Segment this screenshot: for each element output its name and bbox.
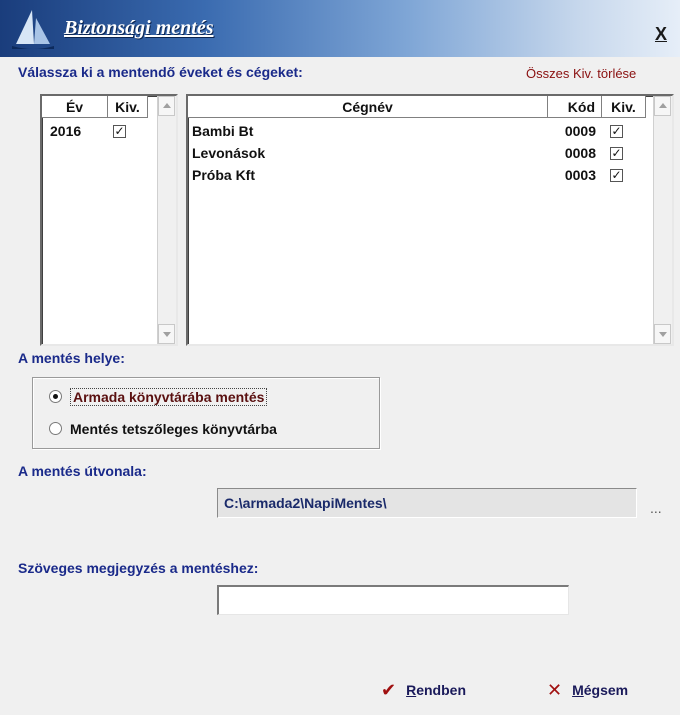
company-select-checkbox[interactable]: ✓	[610, 147, 623, 160]
cancel-hotkey: M	[572, 682, 584, 698]
ok-hotkey: R	[406, 682, 417, 698]
arrow-down-icon	[163, 332, 171, 337]
select-years-companies-label: Válassza ki a mentendő éveket és cégeket…	[18, 64, 303, 80]
radio-label: Mentés tetszőleges könyvtárba	[70, 421, 277, 437]
clear-selection-link[interactable]: Összes Kiv. törlése	[526, 66, 636, 81]
company-select-checkbox[interactable]: ✓	[610, 169, 623, 182]
companies-col-header-name[interactable]: Cégnév	[188, 96, 548, 118]
title-bar[interactable]: Biztonsági mentés X	[0, 0, 680, 57]
companies-scrollbar[interactable]	[653, 96, 672, 344]
company-code-cell[interactable]: 0008	[548, 142, 596, 164]
company-name-cell[interactable]: Levonások	[192, 142, 265, 164]
cancel-button[interactable]: ✕ Mégsem	[547, 678, 628, 702]
close-button[interactable]: X	[650, 22, 672, 46]
radio-label: Armada könyvtárába mentés	[70, 388, 268, 406]
path-label: A mentés útvonala:	[18, 463, 147, 479]
ok-button[interactable]: ✔ Rendben	[381, 678, 466, 702]
path-field[interactable]: C:\armada2\NapiMentes\	[217, 488, 637, 518]
location-label: A mentés helye:	[18, 350, 125, 366]
companies-scroll-down-button[interactable]	[654, 324, 671, 344]
years-col-header-year[interactable]: Év	[42, 96, 108, 118]
radio-unchecked-icon[interactable]	[49, 421, 62, 435]
note-input[interactable]	[217, 585, 569, 615]
cancel-label: égsem	[583, 682, 629, 698]
companies-col-header-code[interactable]: Kód	[548, 96, 602, 118]
note-label: Szöveges megjegyzés a mentéshez:	[18, 560, 259, 576]
sail-logo-icon	[12, 10, 54, 49]
years-col-header-select[interactable]: Kiv.	[108, 96, 148, 118]
company-code-cell[interactable]: 0009	[548, 120, 596, 142]
window-title: Biztonsági mentés	[64, 17, 214, 39]
cross-icon: ✕	[547, 680, 563, 700]
arrow-up-icon	[659, 103, 667, 108]
year-cell[interactable]: 2016	[50, 120, 81, 142]
year-select-checkbox[interactable]: ✓	[113, 125, 126, 138]
arrow-up-icon	[163, 103, 171, 108]
years-list[interactable]: Év Kiv. 2016 ✓	[40, 94, 178, 346]
location-group: Armada könyvtárába mentés Mentés tetszől…	[32, 377, 380, 449]
companies-list[interactable]: Cégnév Kód Kiv. Bambi Bt 0009 ✓ Levonáso…	[186, 94, 674, 346]
companies-col-header-select[interactable]: Kiv.	[602, 96, 646, 118]
years-scroll-up-button[interactable]	[158, 96, 175, 116]
company-name-cell[interactable]: Bambi Bt	[192, 120, 253, 142]
company-select-checkbox[interactable]: ✓	[610, 125, 623, 138]
years-scroll-down-button[interactable]	[158, 324, 175, 344]
company-name-cell[interactable]: Próba Kft	[192, 164, 255, 186]
company-code-cell[interactable]: 0003	[548, 164, 596, 186]
browse-button[interactable]: ...	[650, 500, 662, 516]
radio-armada-folder[interactable]: Armada könyvtárába mentés	[49, 386, 268, 408]
arrow-down-icon	[659, 332, 667, 337]
checkmark-icon: ✔	[381, 680, 397, 700]
radio-custom-folder[interactable]: Mentés tetszőleges könyvtárba	[49, 418, 277, 440]
years-scrollbar[interactable]	[157, 96, 176, 344]
radio-checked-icon[interactable]	[49, 389, 62, 403]
companies-scroll-up-button[interactable]	[654, 96, 671, 116]
ok-label: endben	[416, 682, 466, 698]
